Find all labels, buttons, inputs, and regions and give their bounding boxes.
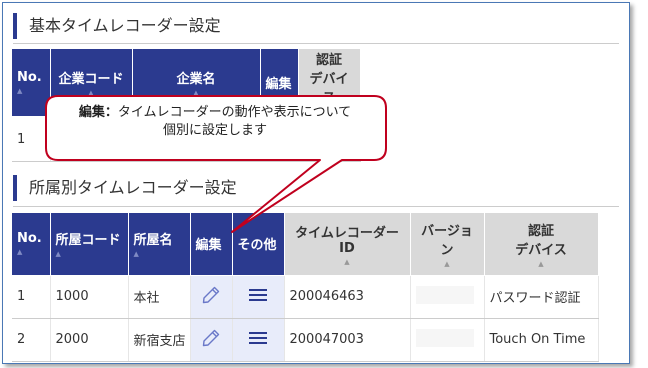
callout-text: 編集：タイムレコーダーの動作や表示について 個別に設定します (78, 105, 352, 138)
callout-bubble (45, 95, 387, 233)
